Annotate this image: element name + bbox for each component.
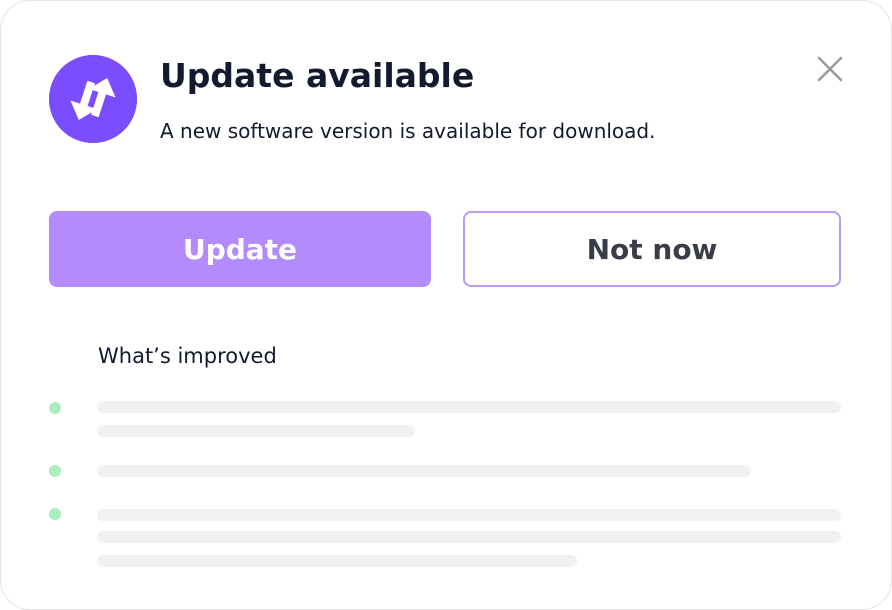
placeholder-line xyxy=(97,425,415,437)
dialog-title: Update available xyxy=(160,56,475,95)
placeholder-line xyxy=(97,531,841,543)
placeholder-line xyxy=(97,465,751,477)
placeholder-line xyxy=(97,555,577,567)
update-button[interactable]: Update xyxy=(49,211,431,287)
update-dialog: Update available A new software version … xyxy=(0,0,892,610)
placeholder-line xyxy=(97,401,841,413)
not-now-button[interactable]: Not now xyxy=(463,211,841,287)
bullet-dot xyxy=(49,402,61,414)
improvements-heading: What’s improved xyxy=(98,344,277,368)
sync-arrows-icon xyxy=(49,55,137,143)
dialog-subtitle: A new software version is available for … xyxy=(160,119,656,143)
close-icon xyxy=(817,56,843,82)
close-button[interactable] xyxy=(813,52,847,86)
bullet-dot xyxy=(49,465,61,477)
placeholder-line xyxy=(97,509,841,521)
bullet-dot xyxy=(49,508,61,520)
